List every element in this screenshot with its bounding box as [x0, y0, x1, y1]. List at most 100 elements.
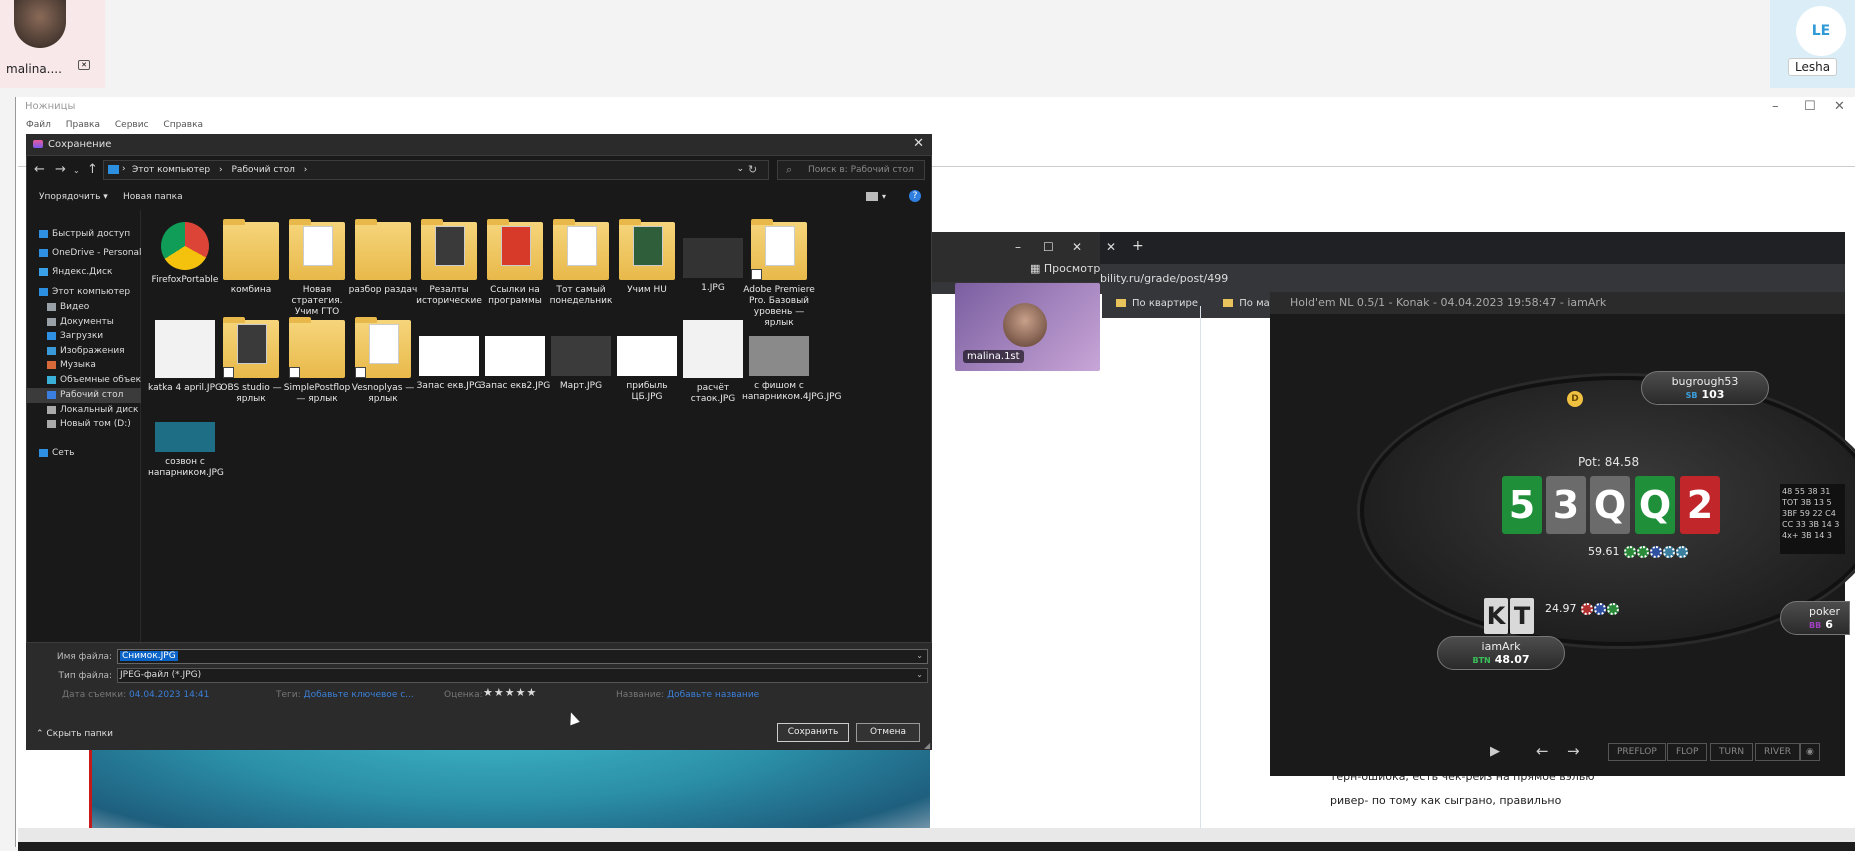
tree-item[interactable]: Музыка: [27, 358, 141, 373]
file-item[interactable]: FirefoxPortable: [148, 222, 222, 286]
file-item[interactable]: комбина: [214, 219, 288, 296]
date-taken: Дата съемки: 04.04.2023 14:41: [62, 690, 209, 700]
tree-item[interactable]: Объемные объекты: [27, 373, 141, 388]
organize-button[interactable]: Упорядочить ▾: [39, 192, 108, 202]
file-item[interactable]: Новая стратегия. Учим ГТО: [280, 219, 354, 318]
file-item[interactable]: Запас екв.JPG: [412, 320, 486, 392]
chevron-down-icon[interactable]: ▾: [882, 192, 886, 201]
image-thumbnail: [419, 336, 479, 376]
file-item[interactable]: с фишом с напарником.4JPG.JPG: [742, 320, 842, 403]
file-name: Март.JPG: [559, 381, 603, 391]
document-preview: [633, 226, 663, 266]
file-item[interactable]: созвон с напарником.JPG: [148, 406, 224, 479]
tree-item-label: Документы: [60, 317, 114, 327]
tree-item-label: Объемные объекты: [60, 375, 141, 385]
bookmark-item[interactable]: По квартире: [1116, 298, 1198, 309]
refresh-icon[interactable]: ↻: [748, 163, 757, 176]
tree-item[interactable]: Новый том (D:): [27, 417, 141, 432]
play-icon[interactable]: ▶: [1490, 744, 1500, 759]
meta-value[interactable]: Добавьте ключевое с...: [304, 690, 414, 700]
meta-label: Оценка:: [444, 690, 483, 700]
tree-item[interactable]: Быстрый доступ: [27, 227, 141, 242]
rating-stars[interactable]: ★★★★★: [483, 686, 537, 699]
minimize-icon[interactable]: –: [1772, 99, 1779, 114]
menu-item-file[interactable]: Файл: [26, 120, 51, 130]
grid-icon: ▦: [1030, 262, 1044, 275]
file-item[interactable]: SimplePostflop — ярлык: [280, 317, 354, 405]
resize-grip-icon[interactable]: ◢: [924, 741, 930, 750]
tree-item[interactable]: Загрузки: [27, 329, 141, 344]
cancel-button[interactable]: Отмена: [856, 723, 920, 742]
help-icon[interactable]: ?: [909, 190, 921, 202]
close-tab-icon[interactable]: ✕: [1106, 240, 1116, 254]
participant-tile-lesha[interactable]: LE Lesha: [1770, 0, 1855, 88]
chevron-down-icon[interactable]: ⌄: [916, 651, 923, 660]
minimize-icon[interactable]: –: [1015, 240, 1021, 254]
board-card: 5: [1502, 476, 1542, 534]
up-icon[interactable]: ↑: [87, 162, 98, 177]
file-item[interactable]: 1.JPG: [676, 222, 750, 294]
video-thumbnail[interactable]: malina.1st: [955, 283, 1100, 371]
participant-tile-malina[interactable]: malina.... ✕: [0, 0, 105, 88]
tree-item[interactable]: OneDrive - Personal: [27, 246, 141, 261]
chevron-down-icon[interactable]: ⌄: [736, 164, 744, 174]
bookmark-label: По квартире: [1132, 298, 1199, 309]
tree-item[interactable]: Яндекс.Диск: [27, 265, 141, 280]
close-icon[interactable]: ✕: [1072, 240, 1082, 254]
meta-value[interactable]: 04.04.2023 14:41: [129, 690, 209, 700]
street-button-preflop[interactable]: PREFLOP: [1608, 743, 1666, 761]
file-item[interactable]: Учим HU: [610, 219, 684, 296]
close-icon[interactable]: ✕: [1834, 99, 1845, 114]
file-item[interactable]: Ссылки на программы: [478, 219, 552, 307]
file-name: прибыль ЦБ.JPG: [626, 381, 668, 402]
maximize-icon[interactable]: ☐: [1043, 240, 1054, 254]
file-item[interactable]: разбор раздач: [346, 219, 420, 296]
forward-icon[interactable]: →: [1567, 742, 1580, 760]
maximize-icon[interactable]: ☐: [1804, 99, 1816, 114]
file-item[interactable]: OBS studio — ярлык: [214, 317, 288, 405]
save-button[interactable]: Сохранить: [777, 723, 849, 742]
tree-item[interactable]: Сеть: [27, 446, 141, 461]
file-item[interactable]: Запас екв2.JPG: [478, 320, 552, 392]
filetype-select[interactable]: JPEG-файл (*.JPG) ⌄: [117, 668, 928, 683]
filename-input[interactable]: Снимок.JPG ⌄: [117, 649, 928, 664]
eye-icon[interactable]: ◉: [1800, 743, 1820, 761]
tree-item[interactable]: Видео: [27, 300, 141, 315]
menu-item-edit[interactable]: Правка: [66, 120, 100, 130]
address-bar[interactable]: › Этот компьютер › Рабочий стол › ⌄: [103, 160, 769, 180]
file-item[interactable]: Adobe Premiere Pro. Базовый уровень — яр…: [742, 219, 816, 329]
file-item[interactable]: прибыль ЦБ.JPG: [610, 320, 684, 403]
new-folder-button[interactable]: Новая папка: [123, 192, 183, 202]
street-button-river[interactable]: RIVER: [1755, 743, 1801, 761]
tree-item-label: Локальный диск (C:): [60, 405, 141, 415]
menu-item-help[interactable]: Справка: [163, 120, 203, 130]
file-item[interactable]: Тот самый понедельник: [544, 219, 618, 307]
menu-item-service[interactable]: Сервис: [115, 120, 149, 130]
file-item[interactable]: расчёт стаок.JPG: [676, 320, 750, 405]
meta-value[interactable]: Добавьте название: [667, 690, 759, 700]
hide-folders-toggle[interactable]: ⌃ Скрыть папки: [36, 729, 113, 739]
preview-button[interactable]: ▦ Просмотр: [1030, 262, 1100, 275]
file-item[interactable]: Март.JPG: [544, 320, 618, 392]
tree-item[interactable]: Локальный диск (C:): [27, 403, 141, 418]
close-icon[interactable]: ✕: [913, 136, 924, 151]
horizontal-scrollbar[interactable]: [18, 828, 1855, 842]
file-item[interactable]: Vesnoplyas — ярлык: [346, 317, 420, 405]
back-icon[interactable]: ←: [34, 162, 45, 177]
view-icon[interactable]: [866, 192, 878, 201]
breadcrumb-item[interactable]: Рабочий стол: [232, 165, 295, 175]
tree-item[interactable]: Документы: [27, 315, 141, 330]
tree-item[interactable]: Изображения: [27, 344, 141, 359]
file-item[interactable]: katka 4 april.JPG: [148, 320, 222, 394]
street-button-flop[interactable]: FLOP: [1667, 743, 1708, 761]
search-input[interactable]: ⌕ Поиск в: Рабочий стол: [777, 160, 925, 180]
chevron-down-icon[interactable]: ⌄: [73, 166, 80, 175]
street-button-turn[interactable]: TURN: [1710, 743, 1754, 761]
breadcrumb-item[interactable]: Этот компьютер: [132, 165, 210, 175]
tree-item[interactable]: Рабочий стол: [27, 388, 141, 403]
file-item[interactable]: Резалты исторические: [412, 219, 486, 307]
tree-item[interactable]: Этот компьютер: [27, 285, 141, 300]
forward-icon[interactable]: →: [55, 162, 66, 177]
new-tab-icon[interactable]: +: [1132, 238, 1144, 254]
back-icon[interactable]: ←: [1536, 742, 1549, 760]
